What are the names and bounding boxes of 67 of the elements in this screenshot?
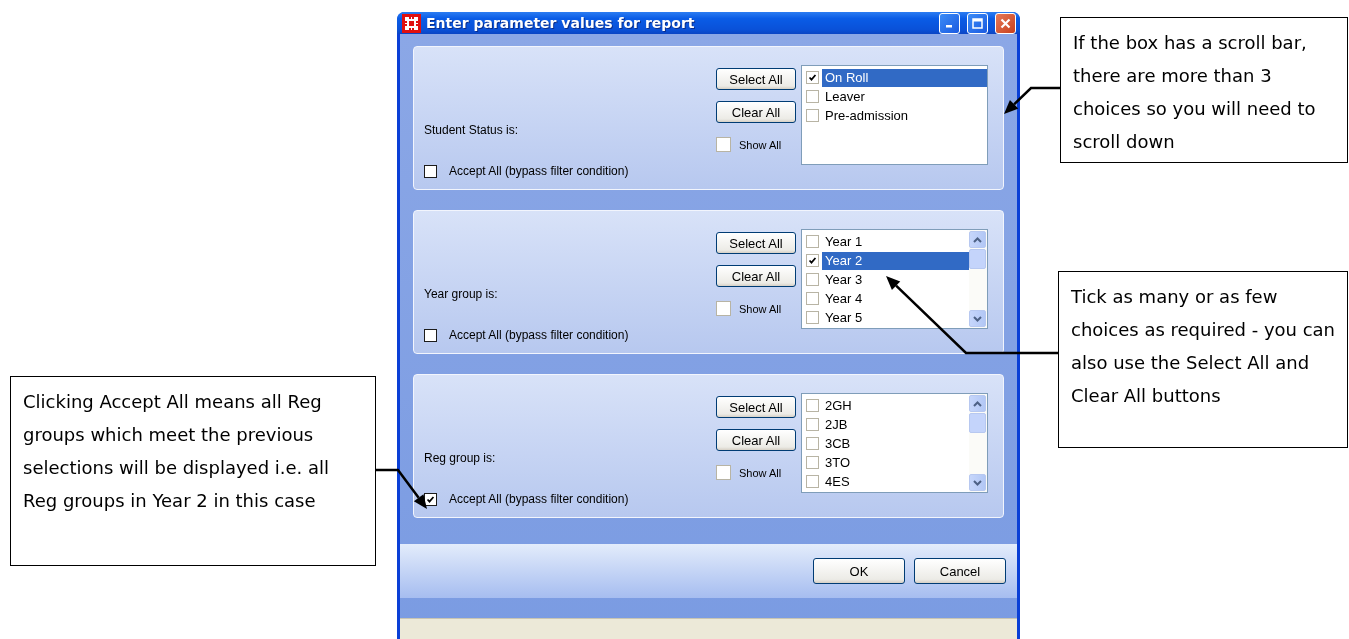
- checkbox[interactable]: [716, 465, 731, 480]
- scrollbar[interactable]: [969, 394, 987, 492]
- callout-text: Tick as many or as few choices as required - you can also use the Select All and Clear All buttons: [1071, 285, 1336, 408]
- checkbox[interactable]: [806, 254, 819, 267]
- checkbox[interactable]: [424, 492, 437, 506]
- scroll-up-icon[interactable]: [969, 231, 986, 248]
- close-icon[interactable]: [995, 12, 1016, 34]
- checkbox-label[interactable]: Show All: [739, 466, 782, 479]
- check-icon: [807, 72, 818, 83]
- list-option[interactable]: Pre-admission: [822, 106, 987, 125]
- clear-all-button[interactable]: Clear All: [716, 429, 796, 451]
- list-option[interactable]: 2GH: [822, 396, 969, 415]
- select-all-button[interactable]: Select All: [716, 68, 796, 90]
- window-title: Enter parameter values for report: [426, 15, 696, 31]
- checkbox[interactable]: [716, 301, 731, 316]
- scroll-down-icon[interactable]: [969, 474, 986, 491]
- select-all-button[interactable]: Select All: [716, 396, 796, 418]
- checkbox[interactable]: [806, 71, 819, 84]
- filter-label: Reg group is:: [424, 451, 497, 465]
- checkbox-label[interactable]: Accept All (bypass filter condition): [449, 164, 629, 178]
- app-icon: [402, 13, 421, 33]
- checkbox[interactable]: [806, 90, 819, 103]
- callout-text: If the box has a scroll bar, there are more than 3 choices so you will need to scroll down: [1073, 31, 1317, 154]
- select-all-button[interactable]: Select All: [716, 232, 796, 254]
- clear-all-button[interactable]: Clear All: [716, 265, 796, 287]
- list-option[interactable]: Year 1: [822, 232, 969, 251]
- checkbox[interactable]: [806, 456, 819, 469]
- checkbox[interactable]: [806, 437, 819, 450]
- list-option[interactable]: 2JB: [822, 415, 969, 434]
- checkbox[interactable]: [806, 311, 819, 324]
- list-option[interactable]: Year 2: [822, 251, 969, 270]
- ok-button[interactable]: OK: [813, 558, 905, 584]
- checkbox[interactable]: [716, 137, 731, 152]
- checkbox[interactable]: [806, 273, 819, 286]
- checkbox[interactable]: [806, 399, 819, 412]
- checkbox-label[interactable]: Show All: [739, 302, 782, 315]
- check-icon: [807, 255, 818, 266]
- checkbox-label[interactable]: Accept All (bypass filter condition): [449, 328, 629, 342]
- checkbox[interactable]: [806, 235, 819, 248]
- checkbox[interactable]: [806, 109, 819, 122]
- list-option[interactable]: 4ES: [822, 472, 969, 491]
- checkbox-label[interactable]: Show All: [739, 138, 782, 151]
- checkbox[interactable]: [806, 292, 819, 305]
- checkbox[interactable]: [806, 418, 819, 431]
- minimize-icon[interactable]: [939, 12, 960, 34]
- list-option[interactable]: Year 5: [822, 308, 969, 327]
- list-option[interactable]: Year 3: [822, 270, 969, 289]
- checkbox[interactable]: [424, 328, 437, 342]
- maximize-icon[interactable]: [967, 12, 988, 34]
- callout-text: Clicking Accept All means all Reg groups which meet the previous selections will be displayed i.e. all Reg groups in Year 2 in this case: [23, 390, 331, 513]
- list-option[interactable]: 3CB: [822, 434, 969, 453]
- cancel-button[interactable]: Cancel: [914, 558, 1006, 584]
- scroll-down-icon[interactable]: [969, 310, 986, 327]
- list-option[interactable]: Year 4: [822, 289, 969, 308]
- list-option[interactable]: On Roll: [822, 68, 987, 87]
- filter-label: Year group is:: [424, 287, 499, 301]
- scroll-thumb[interactable]: [969, 413, 986, 433]
- list-option[interactable]: Leaver: [822, 87, 987, 106]
- scrollbar[interactable]: [969, 230, 987, 328]
- scroll-thumb[interactable]: [969, 249, 986, 269]
- filter-label: Student Status is:: [424, 123, 520, 137]
- checkbox[interactable]: [806, 475, 819, 488]
- checkbox[interactable]: [424, 164, 437, 178]
- checkbox-label[interactable]: Accept All (bypass filter condition): [449, 492, 629, 506]
- list-option[interactable]: 3TO: [822, 453, 969, 472]
- scroll-up-icon[interactable]: [969, 395, 986, 412]
- clear-all-button[interactable]: Clear All: [716, 101, 796, 123]
